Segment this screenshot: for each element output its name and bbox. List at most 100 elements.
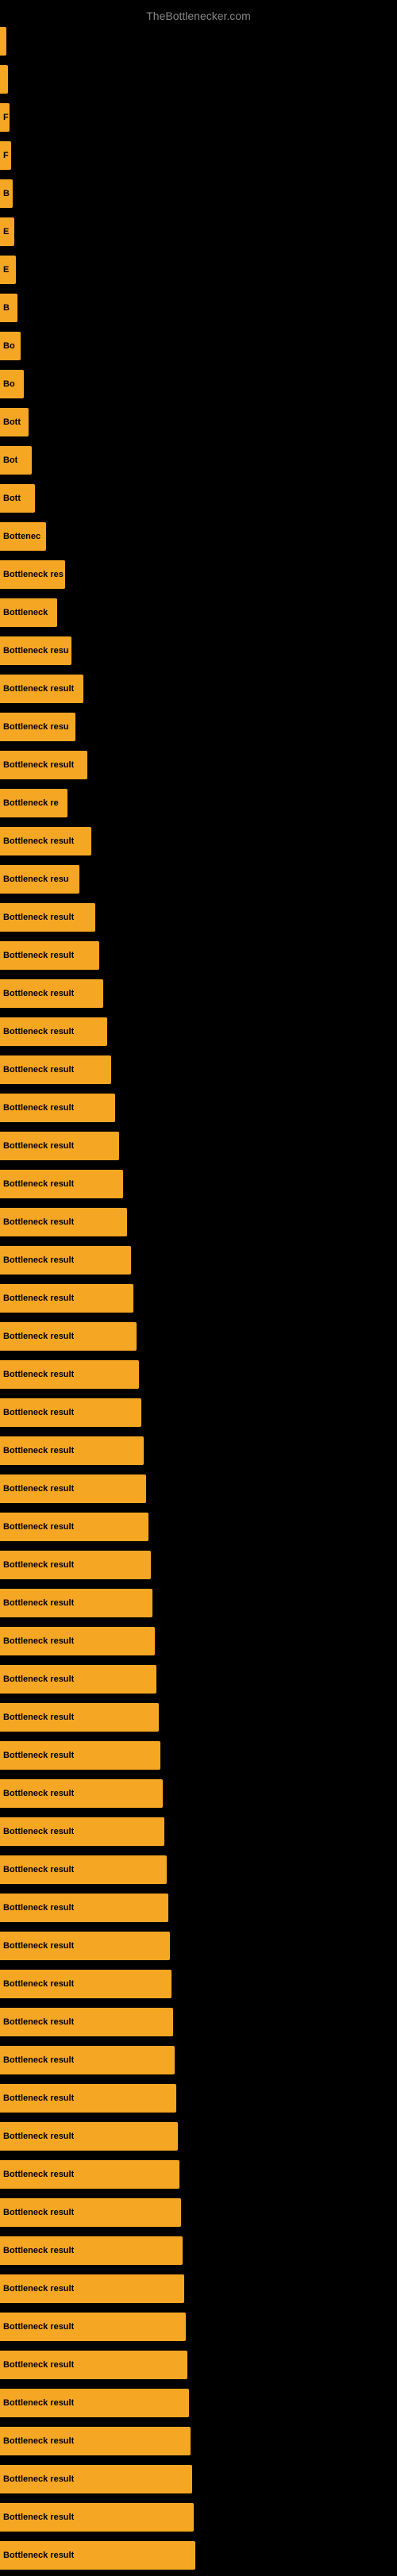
bar-row: Bottleneck result bbox=[0, 2005, 397, 2040]
bar: F bbox=[0, 103, 10, 132]
bar-row: Bottleneck result bbox=[0, 1509, 397, 1544]
bar-row: E bbox=[0, 214, 397, 249]
bar-label: Bottleneck result bbox=[3, 2208, 74, 2217]
bar-row: Bottleneck result bbox=[0, 1586, 397, 1621]
bar-label: Bottleneck result bbox=[3, 2474, 74, 2484]
bar-label: Bottleneck res bbox=[3, 570, 64, 579]
bar-row: Bottleneck result bbox=[0, 1738, 397, 1773]
bar: B bbox=[0, 179, 13, 208]
bar-row: Bottleneck result bbox=[0, 2462, 397, 2497]
bar: Bottleneck result bbox=[0, 2198, 181, 2227]
bar-label: Bottleneck result bbox=[3, 1522, 74, 1532]
bar: Bottleneck result bbox=[0, 1360, 139, 1389]
bar-label: E bbox=[3, 265, 9, 275]
bar-label: Bottenec bbox=[3, 532, 40, 541]
bar: Bottleneck re bbox=[0, 789, 67, 817]
bars-container: FFBEEBBoBoBottBotBottBottenecBottleneck … bbox=[0, 24, 397, 2576]
bar-row: Bottleneck resu bbox=[0, 709, 397, 744]
bar-row: Bottleneck result bbox=[0, 938, 397, 973]
bar: Bottleneck result bbox=[0, 2236, 183, 2265]
bar-row: Bottleneck result bbox=[0, 2309, 397, 2344]
bar-row: Bottleneck result bbox=[0, 1014, 397, 1049]
bar-label: Bottleneck result bbox=[3, 1179, 74, 1189]
bar: Bottleneck result bbox=[0, 751, 87, 779]
bar: Bottleneck result bbox=[0, 1627, 155, 1655]
bar-row: Bot bbox=[0, 443, 397, 478]
bar: Bottleneck result bbox=[0, 2084, 176, 2113]
bar: Bottleneck result bbox=[0, 2313, 186, 2341]
bar: Bottleneck result bbox=[0, 1474, 146, 1503]
bar-label: Bottleneck result bbox=[3, 2322, 74, 2332]
bar-row: Bottleneck result bbox=[0, 2271, 397, 2306]
bar: Bottleneck result bbox=[0, 903, 95, 932]
bar-row: Bottleneck result bbox=[0, 976, 397, 1011]
bar: Bottleneck result bbox=[0, 1665, 156, 1694]
bar-row: Bottleneck result bbox=[0, 1243, 397, 1278]
bar-label: Bottleneck result bbox=[3, 1560, 74, 1570]
bar-row: Bottleneck result bbox=[0, 1662, 397, 1697]
bar-row: Bottleneck result bbox=[0, 1967, 397, 2001]
bar: Bottleneck result bbox=[0, 1322, 137, 1351]
bar-row: Bottleneck result bbox=[0, 1090, 397, 1125]
bar-row: Bottleneck resu bbox=[0, 633, 397, 668]
bar-label: Bottleneck result bbox=[3, 2398, 74, 2408]
bar-label: Bottleneck result bbox=[3, 1332, 74, 1341]
bar-row: Bottleneck result bbox=[0, 1052, 397, 1087]
bar-row: Bottleneck result bbox=[0, 1776, 397, 1811]
bar-label: Bottleneck result bbox=[3, 2360, 74, 2370]
bar-label: Bottleneck result bbox=[3, 1751, 74, 1760]
bar-label: Bott bbox=[3, 494, 21, 503]
bar: B bbox=[0, 294, 17, 322]
bar: Bottleneck result bbox=[0, 1436, 144, 1465]
bar: Bottleneck result bbox=[0, 2465, 192, 2493]
bar-row: Bottleneck result bbox=[0, 1167, 397, 1201]
bar: Bottleneck result bbox=[0, 1779, 163, 1808]
bar: Bottleneck result bbox=[0, 1589, 152, 1617]
bar-row: Bottleneck result bbox=[0, 1319, 397, 1354]
bar-label: F bbox=[3, 113, 9, 122]
bar-row: Bottleneck bbox=[0, 595, 397, 630]
bar: Bottleneck result bbox=[0, 1855, 167, 1884]
bar: Bottenec bbox=[0, 522, 46, 551]
bar-label: Bottleneck resu bbox=[3, 875, 69, 884]
bar: Bottleneck result bbox=[0, 1055, 111, 1084]
bar-row: Bottleneck result bbox=[0, 1471, 397, 1506]
bar: Bottleneck result bbox=[0, 1284, 133, 1313]
bar-label: Bottleneck result bbox=[3, 2513, 74, 2522]
bar: Bottleneck result bbox=[0, 1894, 168, 1922]
bar-label: Bottleneck result bbox=[3, 836, 74, 846]
bar-label: Bottleneck result bbox=[3, 989, 74, 998]
bar: Bo bbox=[0, 332, 21, 360]
bar: E bbox=[0, 217, 14, 246]
bar: Bottleneck result bbox=[0, 1132, 119, 1160]
bar-row: B bbox=[0, 290, 397, 325]
bar: Bottleneck result bbox=[0, 2427, 191, 2455]
bar-row: Bottleneck result bbox=[0, 2043, 397, 2078]
bar: Bottleneck result bbox=[0, 1817, 164, 1846]
bar-label: Bottleneck result bbox=[3, 2551, 74, 2560]
bar-row: Bottleneck result bbox=[0, 1700, 397, 1735]
bar: Bottleneck result bbox=[0, 1170, 123, 1198]
bar: Bottleneck result bbox=[0, 1932, 170, 1960]
bar-label: Bottleneck result bbox=[3, 1674, 74, 1684]
bar-row: Bottleneck result bbox=[0, 1624, 397, 1659]
bar: Bottleneck resu bbox=[0, 636, 71, 665]
bar: Bottleneck result bbox=[0, 1208, 127, 1236]
bar-row: Bottleneck result bbox=[0, 1433, 397, 1468]
bar-row: Bottleneck result bbox=[0, 2195, 397, 2230]
bar-row: Bott bbox=[0, 481, 397, 516]
bar-row: B bbox=[0, 176, 397, 211]
bar-row: Bottleneck result bbox=[0, 1814, 397, 1849]
bar-row: Bottleneck result bbox=[0, 2424, 397, 2459]
bar bbox=[0, 27, 6, 56]
bar-label: Bottleneck result bbox=[3, 913, 74, 922]
bar: Bottleneck result bbox=[0, 1741, 160, 1770]
bar-label: Bottleneck result bbox=[3, 1484, 74, 1494]
bar-row: Bottleneck result bbox=[0, 2233, 397, 2268]
bar-label: Bot bbox=[3, 456, 17, 465]
bar-label: Bottleneck result bbox=[3, 1027, 74, 1036]
bar: Bottleneck result bbox=[0, 2541, 195, 2570]
bar-row: Bottleneck result bbox=[0, 2081, 397, 2116]
bar-label: Bottleneck result bbox=[3, 2436, 74, 2446]
bar: Bottleneck result bbox=[0, 2351, 187, 2379]
